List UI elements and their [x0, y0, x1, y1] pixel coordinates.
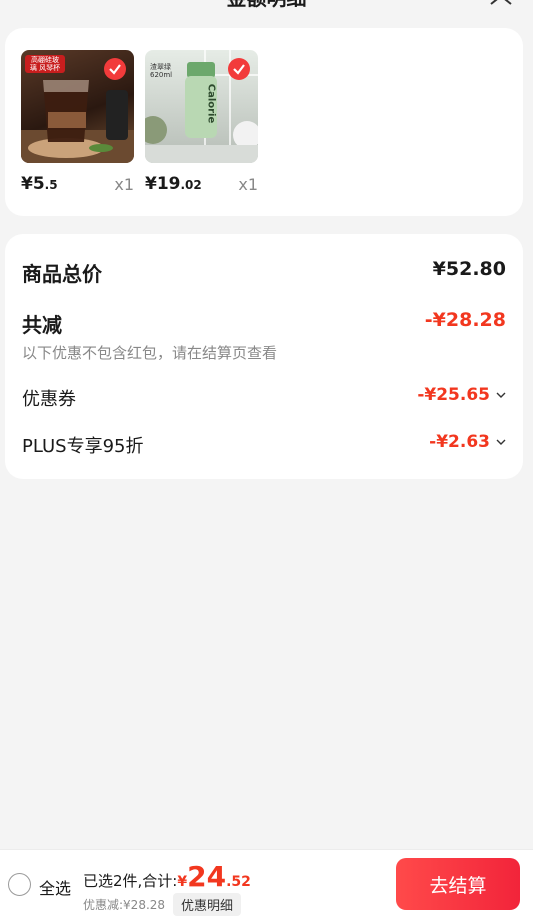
- total-fraction: .52: [226, 874, 251, 890]
- discount-note: 以下优惠不包含红包，请在结算页查看: [22, 344, 278, 362]
- page-title: 金额明细: [0, 0, 533, 11]
- product-badge: 渣翠绿 620ml: [150, 63, 173, 79]
- header: 金额明细: [0, 0, 533, 22]
- product-quantity: x1: [114, 175, 134, 194]
- reduce-value: -¥28.28: [424, 309, 506, 331]
- price-integer: ¥5: [21, 174, 45, 194]
- chevron-down-icon[interactable]: [496, 439, 506, 445]
- selection-summary: 已选2件,合计: ¥ 24 .52: [83, 860, 251, 893]
- plus-value[interactable]: -¥2.63: [429, 432, 506, 452]
- discount-amount-text: 优惠减:¥28.28: [83, 898, 166, 912]
- plus-label: PLUS专享95折: [22, 436, 144, 457]
- bottle-brand-text: Calorie: [205, 83, 217, 124]
- reduce-label: 共减: [22, 313, 62, 337]
- product-image[interactable]: 高硼硅玻璃 风琴杯: [21, 50, 134, 163]
- summary-card: 商品总价 ¥52.80 共减 -¥28.28 以下优惠不包含红包，请在结算页查看…: [5, 234, 523, 479]
- price-fraction: .5: [44, 178, 58, 192]
- checkout-button[interactable]: 去结算: [396, 858, 520, 910]
- price-integer: ¥19: [145, 174, 181, 194]
- coupon-value[interactable]: -¥25.65: [417, 385, 506, 405]
- discount-line: 优惠减:¥28.28 优惠明细: [83, 893, 242, 916]
- coupon-amount: -¥25.65: [417, 385, 490, 405]
- total-integer: 24: [187, 860, 227, 893]
- coupon-label: 优惠券: [22, 389, 76, 410]
- check-icon[interactable]: [228, 58, 250, 80]
- select-all-label[interactable]: 全选: [39, 875, 71, 899]
- total-symbol: ¥: [177, 874, 188, 890]
- product-badge: 高硼硅玻璃 风琴杯: [25, 55, 65, 73]
- checkout-bar: 全选 已选2件,合计: ¥ 24 .52 优惠减:¥28.28 优惠明细 去结算: [0, 849, 533, 919]
- select-all-radio[interactable]: [8, 873, 31, 896]
- product-quantity: x1: [238, 175, 258, 194]
- product-price: ¥19.02: [145, 174, 202, 194]
- price-fraction: .02: [180, 178, 202, 192]
- discount-detail-button[interactable]: 优惠明细: [173, 893, 242, 916]
- total-label: 商品总价: [22, 262, 102, 286]
- close-icon[interactable]: [487, 0, 515, 6]
- total-value: ¥52.80: [432, 258, 506, 280]
- product-item[interactable]: 高硼硅玻璃 风琴杯 ¥5.5 x1: [21, 50, 134, 194]
- product-price: ¥5.5: [21, 174, 58, 194]
- product-item[interactable]: Calorie 渣翠绿 620ml ¥19.02 x1: [145, 50, 258, 194]
- product-card: 高硼硅玻璃 风琴杯 ¥5.5 x1 Calorie 渣翠绿 620ml ¥19.…: [5, 28, 523, 216]
- selected-count-text: 已选2件,合计:: [83, 872, 178, 890]
- chevron-down-icon[interactable]: [496, 392, 506, 398]
- product-image[interactable]: Calorie 渣翠绿 620ml: [145, 50, 258, 163]
- plus-amount: -¥2.63: [429, 432, 490, 452]
- check-icon[interactable]: [104, 58, 126, 80]
